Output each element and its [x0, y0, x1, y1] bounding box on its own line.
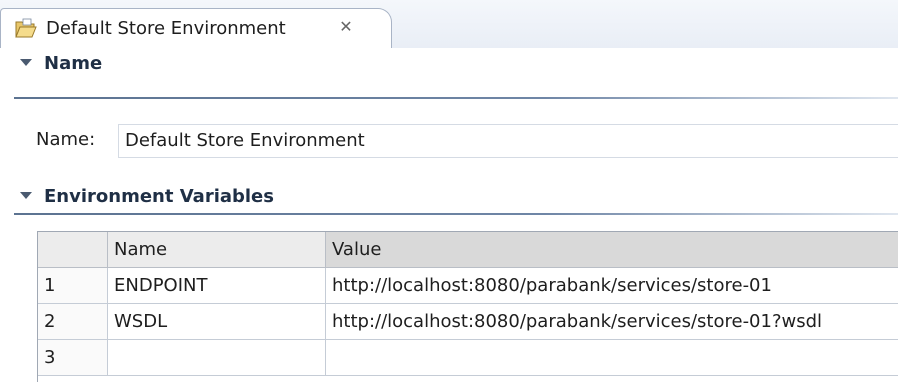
section-divider: [14, 97, 898, 99]
column-header-value[interactable]: Value: [326, 232, 898, 268]
section-env-title: Environment Variables: [44, 186, 274, 207]
table-row[interactable]: 3: [38, 340, 898, 376]
editor-tab[interactable]: Default Store Environment ✕: [0, 8, 392, 48]
name-field-label: Name:: [36, 129, 96, 150]
folder-open-icon: [14, 18, 38, 40]
table-row[interactable]: 2 WSDL http://localhost:8080/parabank/se…: [38, 304, 898, 340]
tab-title: Default Store Environment: [46, 18, 286, 39]
variable-value-cell[interactable]: http://localhost:8080/parabank/services/…: [326, 304, 898, 340]
name-input[interactable]: Default Store Environment: [118, 124, 898, 158]
close-icon[interactable]: ✕: [337, 18, 355, 36]
variable-value-cell[interactable]: [326, 340, 898, 376]
column-header-rownum[interactable]: [38, 232, 108, 268]
variable-name-cell[interactable]: WSDL: [108, 304, 326, 340]
collapse-twisty-icon[interactable]: [20, 191, 32, 199]
editor-tab-strip: Default Store Environment ✕: [0, 0, 898, 48]
variable-name-cell[interactable]: ENDPOINT: [108, 268, 326, 304]
table-row[interactable]: 1 ENDPOINT http://localhost:8080/paraban…: [38, 268, 898, 304]
section-name-header[interactable]: Name: [20, 51, 102, 77]
section-name-title: Name: [44, 53, 103, 74]
collapse-twisty-icon[interactable]: [20, 58, 32, 66]
table-header-row: Name Value: [38, 232, 898, 268]
row-number: 3: [38, 340, 108, 376]
variable-value-cell[interactable]: http://localhost:8080/parabank/services/…: [326, 268, 898, 304]
section-divider: [14, 213, 898, 215]
row-number: 2: [38, 304, 108, 340]
column-header-name[interactable]: Name: [108, 232, 326, 268]
section-env-header[interactable]: Environment Variables: [20, 184, 274, 210]
environment-variables-table: Name Value 1 ENDPOINT http://localhost:8…: [37, 231, 898, 382]
row-number: 1: [38, 268, 108, 304]
variable-name-cell[interactable]: [108, 340, 326, 376]
